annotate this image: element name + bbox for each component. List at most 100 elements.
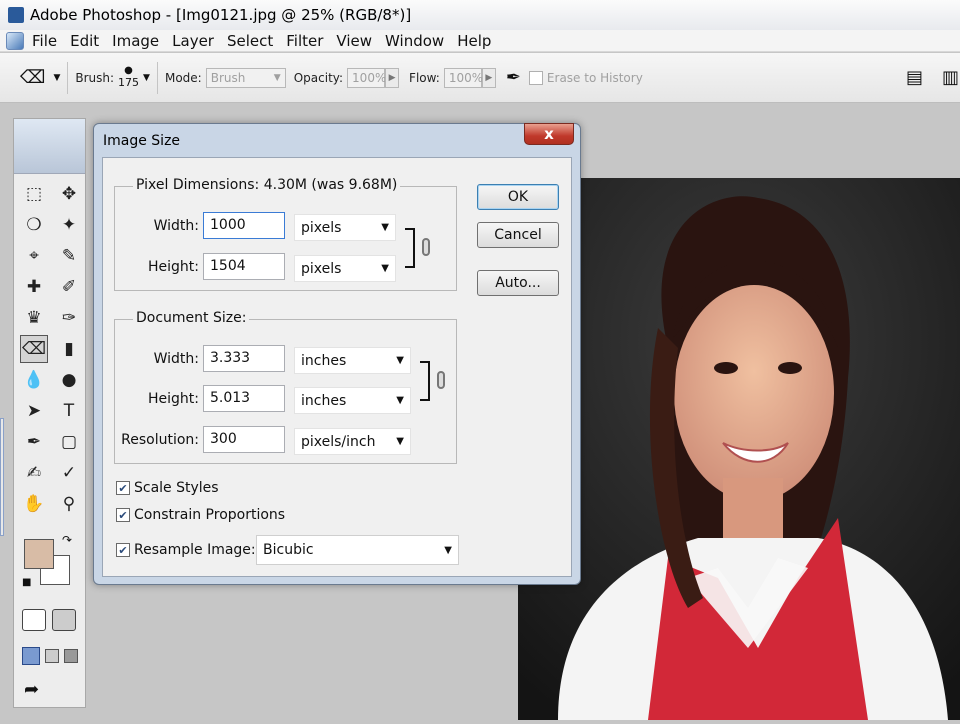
slice-tool-icon[interactable]: ✎ (55, 242, 83, 270)
crop-tool-icon[interactable]: ⌖ (20, 242, 48, 270)
eraser-tool-icon[interactable]: ⌫ (20, 335, 48, 363)
scale-styles-row[interactable]: ✔ Scale Styles (116, 480, 219, 496)
flow-label: Flow: (409, 70, 440, 85)
toolbox-header-feather-icon[interactable] (14, 119, 85, 174)
pen-tool-icon[interactable]: ✒ (20, 428, 48, 456)
scale-styles-checkbox[interactable]: ✔ (116, 481, 130, 495)
doc-height-input[interactable]: 5.013 (203, 385, 285, 412)
menu-file[interactable]: File (32, 32, 57, 50)
palette-well-icon[interactable]: ▤ (906, 67, 923, 88)
notes-tool-icon[interactable]: ✍ (20, 459, 48, 487)
menu-image[interactable]: Image (112, 32, 159, 50)
brush-dot-icon: ● (124, 65, 133, 76)
brush-tool-icon[interactable]: ✐ (55, 273, 83, 301)
menu-window[interactable]: Window (385, 32, 444, 50)
doc-width-unit-select[interactable]: inches ▼ (294, 347, 411, 374)
dodge-tool-icon[interactable]: ● (55, 366, 83, 394)
title-bar: Adobe Photoshop - [Img0121.jpg @ 25% (RG… (0, 0, 960, 30)
hand-tool-icon[interactable]: ✋ (20, 490, 48, 518)
gradient-tool-icon[interactable]: ▮ (55, 335, 83, 363)
chevron-down-icon[interactable]: ▼ (53, 73, 60, 83)
resample-image-row[interactable]: ✔ Resample Image: (116, 542, 256, 558)
clone-stamp-tool-icon[interactable]: ♛ (20, 304, 48, 332)
pixel-height-input[interactable]: 1504 (203, 253, 285, 280)
pixel-height-unit-select[interactable]: pixels ▼ (294, 255, 396, 282)
dock-icon[interactable]: ▥ (942, 67, 959, 88)
magic-wand-tool-icon[interactable]: ✦ (55, 211, 83, 239)
panel-edge-tab[interactable] (0, 418, 4, 536)
healing-brush-tool-icon[interactable]: ✚ (20, 273, 48, 301)
default-colors-icon[interactable]: ■ (22, 577, 31, 588)
quick-mask-mode-icon[interactable] (52, 609, 76, 631)
constrain-proportions-row[interactable]: ✔ Constrain Proportions (116, 507, 285, 523)
jump-to-imageready-icon[interactable]: ➦ (24, 679, 39, 700)
resolution-label: Resolution: (121, 432, 199, 448)
chevron-down-icon[interactable]: ▼ (143, 73, 150, 83)
chevron-down-icon: ▼ (396, 355, 404, 366)
opacity-field[interactable]: 100% (347, 67, 386, 88)
screen-mode-full-icon[interactable] (64, 649, 78, 663)
menu-view[interactable]: View (336, 32, 372, 50)
photoshop-logo-icon[interactable] (6, 31, 24, 50)
screen-mode-full-menu-icon[interactable] (45, 649, 59, 663)
path-selection-tool-icon[interactable]: ➤ (20, 397, 48, 425)
marquee-tool-icon[interactable]: ⬚ (20, 180, 48, 208)
menu-filter[interactable]: Filter (286, 32, 323, 50)
ok-button[interactable]: OK (477, 184, 559, 210)
pixel-width-unit-select[interactable]: pixels ▼ (294, 214, 396, 241)
doc-height-label: Height: (148, 391, 199, 407)
brush-label: Brush: (75, 70, 115, 85)
brush-preset-picker[interactable]: ● 175 (118, 65, 139, 90)
menu-edit[interactable]: Edit (70, 32, 99, 50)
doc-width-input[interactable]: 3.333 (203, 345, 285, 372)
lasso-tool-icon[interactable]: ❍ (20, 211, 48, 239)
dialog-close-button[interactable]: x (524, 123, 574, 145)
menu-layer[interactable]: Layer (172, 32, 214, 50)
options-bar: ⌫ ▼ Brush: ● 175 ▼ Mode: Brush ▼ Opacity… (0, 53, 960, 103)
chain-link-icon (437, 371, 445, 389)
resample-method-select[interactable]: Bicubic ▼ (256, 535, 459, 565)
zoom-tool-icon[interactable]: ⚲ (55, 490, 83, 518)
chevron-down-icon: ▼ (444, 544, 452, 556)
shape-tool-icon[interactable]: ▢ (55, 428, 83, 456)
flow-slider-arrow-icon[interactable]: ▶ (481, 67, 496, 88)
airbrush-icon[interactable]: ✒ (506, 67, 521, 88)
canvas-photo[interactable] (518, 178, 960, 720)
chain-link-icon (422, 238, 430, 256)
eyedropper-tool-icon[interactable]: ✓ (55, 459, 83, 487)
swap-colors-icon[interactable]: ↷ (62, 533, 72, 547)
resample-image-checkbox[interactable]: ✔ (116, 543, 130, 557)
photoshop-icon (8, 7, 24, 23)
type-tool-icon[interactable]: T (55, 397, 83, 425)
erase-to-history-label: Erase to History (546, 70, 643, 85)
foreground-color-swatch[interactable] (24, 539, 54, 569)
pixel-height-label: Height: (148, 259, 199, 275)
mode-select[interactable]: Brush ▼ (205, 67, 286, 88)
separator (67, 61, 69, 94)
dialog-body: Pixel Dimensions: 4.30M (was 9.68M) Widt… (102, 157, 572, 577)
menu-select[interactable]: Select (227, 32, 273, 50)
constrain-proportions-checkbox[interactable]: ✔ (116, 508, 130, 522)
mode-value: Brush (210, 70, 246, 85)
separator (156, 61, 158, 94)
history-brush-tool-icon[interactable]: ✑ (55, 304, 83, 332)
scale-styles-label: Scale Styles (134, 480, 219, 496)
eraser-icon[interactable]: ⌫ (20, 67, 45, 88)
erase-to-history-checkbox[interactable] (528, 70, 543, 85)
move-tool-icon[interactable]: ✥ (55, 180, 83, 208)
screen-mode-standard-icon[interactable] (22, 647, 40, 665)
cancel-button[interactable]: Cancel (477, 222, 559, 248)
menu-help[interactable]: Help (457, 32, 491, 50)
blur-tool-icon[interactable]: 💧 (20, 366, 48, 394)
resolution-unit-select[interactable]: pixels/inch ▼ (294, 428, 411, 455)
resolution-input[interactable]: 300 (203, 426, 285, 453)
doc-height-unit-select[interactable]: inches ▼ (294, 387, 411, 414)
flow-field[interactable]: 100% (443, 67, 483, 88)
standard-mode-icon[interactable] (22, 609, 46, 631)
opacity-slider-arrow-icon[interactable]: ▶ (385, 67, 400, 88)
opacity-label: Opacity: (293, 70, 344, 85)
pixel-width-input[interactable]: 1000 (203, 212, 285, 239)
auto-button[interactable]: Auto... (477, 270, 559, 296)
pixel-dimensions-heading: Pixel Dimensions: 4.30M (was 9.68M) (133, 177, 401, 193)
chevron-down-icon: ▼ (381, 222, 389, 233)
